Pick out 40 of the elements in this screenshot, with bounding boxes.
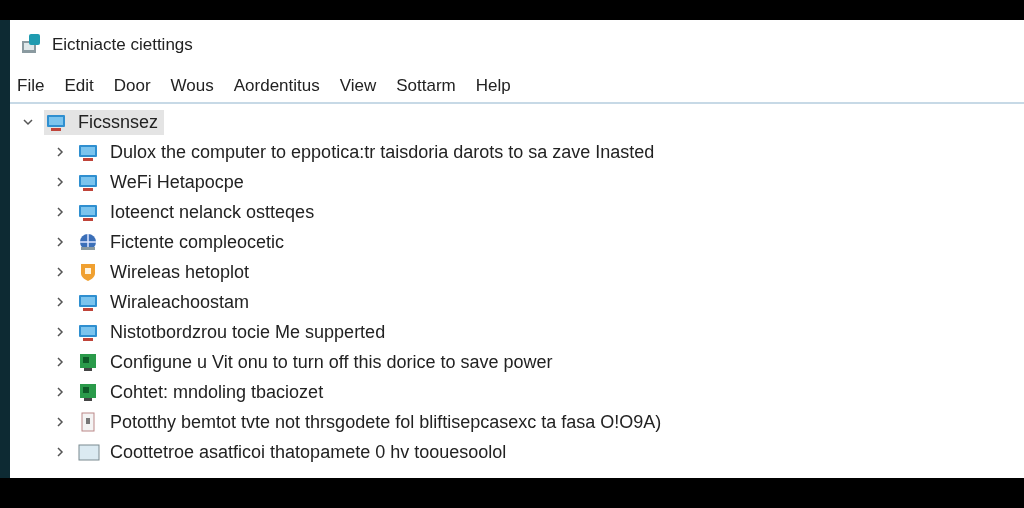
- expand-chevron-icon[interactable]: [54, 206, 66, 218]
- expand-chevron-icon[interactable]: [54, 176, 66, 188]
- monitor-icon: [46, 112, 68, 132]
- monitor-icon: [78, 202, 100, 222]
- menu-item[interactable]: File: [17, 76, 45, 96]
- tree-item[interactable]: Ficssnsez: [44, 109, 164, 135]
- expand-chevron-icon[interactable]: [54, 296, 66, 308]
- monitor-icon: [78, 292, 100, 312]
- menu-item[interactable]: Edit: [64, 76, 94, 96]
- tree-item[interactable]: Ioteenct nelanck ostteqes: [76, 199, 321, 225]
- panel-icon: [78, 442, 100, 462]
- expand-chevron-icon[interactable]: [54, 326, 66, 338]
- menu-item[interactable]: Help: [475, 76, 511, 96]
- expand-chevron-icon[interactable]: [54, 416, 66, 428]
- monitor-icon: [78, 172, 100, 192]
- tree-item[interactable]: Configune u Vit onu to turn off this dorice to save power: [76, 349, 559, 375]
- menu-item[interactable]: View: [339, 76, 377, 96]
- expand-chevron-icon[interactable]: [54, 146, 66, 158]
- tree-item[interactable]: WeFi Hetapocpe: [76, 169, 250, 195]
- expand-chevron-icon[interactable]: [54, 236, 66, 248]
- tree-item[interactable]: Cohtet: mndoling tbaciozet: [76, 379, 330, 405]
- tree-item[interactable]: Wiraleachoostam: [76, 289, 256, 315]
- tree-item[interactable]: Nistotbordzrou tocie Me supperted: [76, 319, 392, 345]
- tree-item[interactable]: Pototthy bemtot tvte not thrsgodete fol bliftisepcasexc ta fasa O!O9A): [76, 409, 668, 435]
- expand-chevron-icon[interactable]: [54, 266, 66, 278]
- expand-chevron-icon[interactable]: [54, 446, 66, 458]
- window-title: Eictniacte ciettings: [52, 35, 193, 55]
- menu-item[interactable]: Wous: [170, 76, 214, 96]
- tree-item[interactable]: Coottetroe asatficoi thatopamete 0 hv toouesoolol: [76, 439, 513, 465]
- menu-item[interactable]: Sottarm: [396, 76, 456, 96]
- menu-item[interactable]: Door: [113, 76, 151, 96]
- tree-item[interactable]: Wireleas hetoplot: [76, 259, 256, 285]
- expand-chevron-icon[interactable]: [54, 356, 66, 368]
- monitor-icon: [78, 322, 100, 342]
- tree-item[interactable]: Dulox the computer to eppotica:tr taisdoria darots to sa zave Inasted: [76, 139, 661, 165]
- collapse-chevron-icon[interactable]: [22, 116, 34, 128]
- tree-item[interactable]: Fictente compleocetic: [76, 229, 291, 255]
- menu-item[interactable]: Aordentitus: [233, 76, 320, 96]
- monitor-icon: [78, 142, 100, 162]
- expand-chevron-icon[interactable]: [54, 386, 66, 398]
